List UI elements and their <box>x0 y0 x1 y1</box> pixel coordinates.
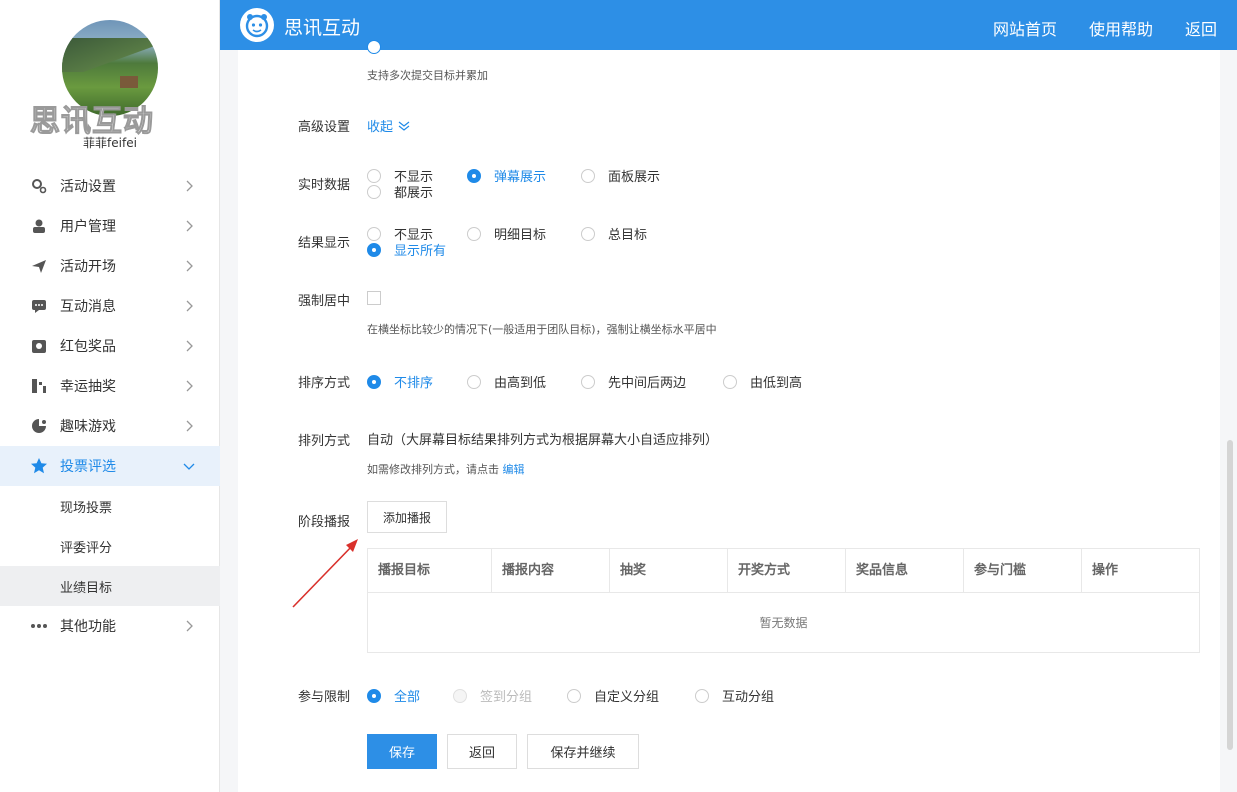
force-center-label: 强制居中 <box>298 294 351 309</box>
gift-icon <box>30 337 48 355</box>
back-button[interactable]: 返回 <box>447 734 517 769</box>
sidebar-item-activity-opening[interactable]: 活动开场 <box>0 246 220 286</box>
save-button[interactable]: 保存 <box>367 734 437 769</box>
logo-icon[interactable] <box>240 8 274 42</box>
radio-limit-all[interactable]: 全部 <box>367 686 420 705</box>
force-center-help: 在横坐标比较少的情况下(一般适用于团队目标)，强制让横坐标水平居中 <box>367 323 717 336</box>
column-header: 播报内容 <box>492 549 610 593</box>
radio-partial[interactable] <box>367 40 394 54</box>
radio-result-total[interactable]: 总目标 <box>581 224 647 243</box>
column-header: 奖品信息 <box>846 549 964 593</box>
submenu-item-performance-target[interactable]: 业绩目标 <box>0 566 220 606</box>
radio-result-all[interactable]: 显示所有 <box>367 240 446 259</box>
sort-label: 排序方式 <box>298 376 351 391</box>
radio-limit-signin: 签到分组 <box>453 686 532 705</box>
chevron-right-icon <box>186 420 193 432</box>
radio-result-detail[interactable]: 明细目标 <box>467 224 546 243</box>
nav-link-back[interactable]: 返回 <box>1185 16 1217 40</box>
sidebar-item-other[interactable]: 其他功能 <box>0 606 220 646</box>
chat-icon <box>30 297 48 315</box>
table-empty-text: 暂无数据 <box>759 616 808 630</box>
column-header: 开奖方式 <box>728 549 846 593</box>
chevron-down-icon <box>183 463 195 470</box>
radio-sort-none[interactable]: 不排序 <box>367 372 433 391</box>
radio-sort-asc[interactable]: 由低到高 <box>723 372 802 391</box>
chevron-down-icon <box>398 121 410 131</box>
paper-plane-icon <box>30 257 48 275</box>
sidebar-item-red-packet[interactable]: 红包奖品 <box>0 326 220 366</box>
participation-limit-label: 参与限制 <box>298 690 351 705</box>
sidebar-item-label: 幸运抽奖 <box>60 379 116 395</box>
advanced-settings-label: 高级设置 <box>298 120 351 135</box>
star-icon <box>30 457 48 475</box>
radio-limit-custom[interactable]: 自定义分组 <box>567 686 659 705</box>
lottery-icon <box>30 377 48 395</box>
arrange-help: 如需修改排列方式，请点击 编辑 <box>367 463 525 476</box>
table-header: 播报目标 播报内容 抽奖 开奖方式 奖品信息 参与门槛 操作 <box>368 549 1199 593</box>
chevron-right-icon <box>186 180 193 192</box>
submenu-item-onsite-vote[interactable]: 现场投票 <box>0 486 220 526</box>
radio-limit-interactive[interactable]: 互动分组 <box>695 686 774 705</box>
sidebar: 思讯互动 菲菲feifei 活动设置 用户管理 活动开场 互动消息 红包奖品 幸… <box>0 0 220 792</box>
sidebar-item-label: 活动设置 <box>60 179 116 195</box>
nav-link-help[interactable]: 使用帮助 <box>1089 16 1153 40</box>
user-icon <box>30 217 48 235</box>
stage-broadcast-label: 阶段播报 <box>298 515 351 530</box>
chevron-right-icon <box>186 260 193 272</box>
sidebar-item-games[interactable]: 趣味游戏 <box>0 406 220 446</box>
sidebar-item-lottery[interactable]: 幸运抽奖 <box>0 366 220 406</box>
chevron-right-icon <box>186 620 193 632</box>
edit-link[interactable]: 编辑 <box>503 463 525 476</box>
sidebar-item-label: 投票评选 <box>60 459 116 475</box>
sidebar-item-label: 趣味游戏 <box>60 419 116 435</box>
sidebar-item-activity-settings[interactable]: 活动设置 <box>0 166 220 206</box>
column-header: 操作 <box>1092 563 1119 578</box>
radio-realtime-danmaku[interactable]: 弹幕展示 <box>467 166 546 185</box>
sidebar-item-user-management[interactable]: 用户管理 <box>0 206 220 246</box>
radio-sort-desc[interactable]: 由高到低 <box>467 372 546 391</box>
submenu-item-judge-score[interactable]: 评委评分 <box>0 526 220 566</box>
realtime-data-label: 实时数据 <box>298 178 351 193</box>
add-broadcast-button[interactable]: 添加播报 <box>367 501 447 533</box>
accumulate-help: 支持多次提交目标并累加 <box>367 69 488 82</box>
chevron-right-icon <box>186 220 193 232</box>
game-icon <box>30 417 48 435</box>
chevron-right-icon <box>186 300 193 312</box>
save-continue-button[interactable]: 保存并继续 <box>527 734 639 769</box>
sidebar-item-label: 用户管理 <box>60 219 116 235</box>
gear-icon <box>30 177 48 195</box>
form-panel: 支持多次提交目标并累加 高级设置 收起 实时数据 不显示 弹幕展示 面板展示 都… <box>238 40 1220 792</box>
radio-realtime-both[interactable]: 都展示 <box>367 182 433 201</box>
more-icon <box>30 617 48 635</box>
sidebar-menu: 活动设置 用户管理 活动开场 互动消息 红包奖品 幸运抽奖 趣味游戏 投票评选 … <box>0 166 220 646</box>
scrollbar[interactable] <box>1227 440 1233 750</box>
broadcast-table: 播报目标 播报内容 抽奖 开奖方式 奖品信息 参与门槛 操作 暂无数据 <box>367 548 1200 653</box>
collapse-link: 收起 <box>367 120 394 135</box>
chevron-right-icon <box>186 380 193 392</box>
column-header: 参与门槛 <box>964 549 1082 593</box>
arrange-label: 排列方式 <box>298 434 351 449</box>
radio-realtime-panel[interactable]: 面板展示 <box>581 166 660 185</box>
sidebar-item-label: 红包奖品 <box>60 339 116 355</box>
sidebar-item-voting[interactable]: 投票评选 <box>0 446 220 486</box>
sidebar-item-label: 互动消息 <box>60 299 116 315</box>
radio-sort-middle[interactable]: 先中间后两边 <box>581 372 686 391</box>
advanced-toggle[interactable]: 收起 <box>367 116 411 135</box>
top-nav: 网站首页 使用帮助 返回 <box>993 16 1217 40</box>
annotation-arrow-icon <box>292 539 358 608</box>
brand-name: 思讯互动 <box>284 17 361 39</box>
column-header: 抽奖 <box>610 549 728 593</box>
chevron-right-icon <box>186 340 193 352</box>
sidebar-item-label: 活动开场 <box>60 259 116 275</box>
username: 菲菲feifei <box>83 136 137 150</box>
sidebar-item-messages[interactable]: 互动消息 <box>0 286 220 326</box>
arrange-value: 自动（大屏幕目标结果排列方式为根据屏幕大小自适应排列） <box>367 433 719 448</box>
nav-link-home[interactable]: 网站首页 <box>993 16 1057 40</box>
column-header: 播报目标 <box>368 549 492 593</box>
result-display-label: 结果显示 <box>298 236 351 251</box>
sidebar-item-label: 其他功能 <box>60 619 116 635</box>
force-center-checkbox[interactable] <box>367 291 381 305</box>
